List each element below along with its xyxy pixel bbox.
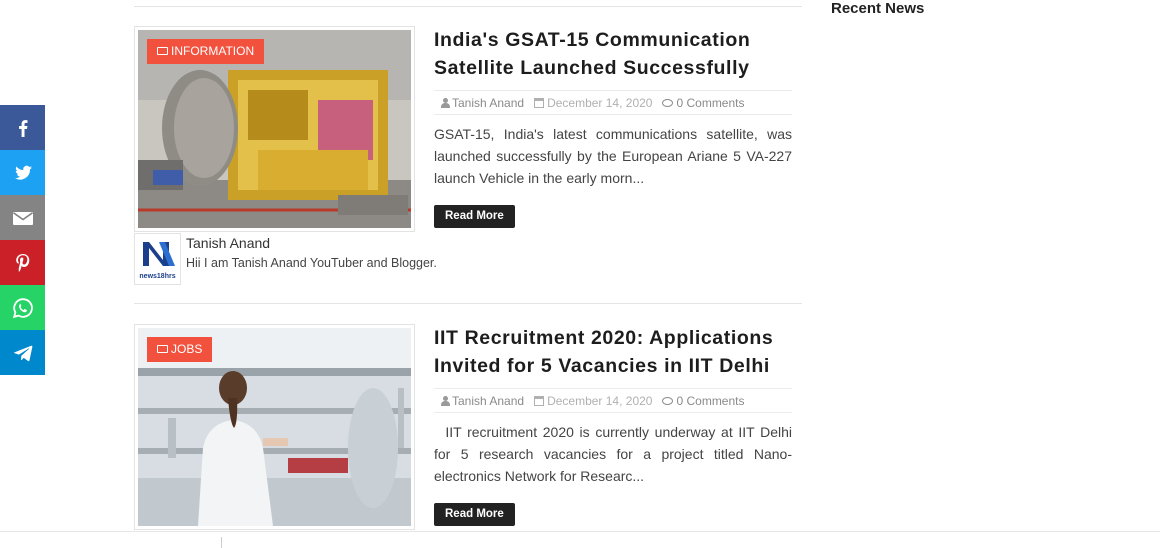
post-comments[interactable]: 0 Comments	[662, 96, 745, 110]
read-more-button[interactable]: Read More	[434, 503, 515, 526]
post-date: December 14, 2020	[534, 394, 652, 408]
category-badge[interactable]: INFORMATION	[147, 39, 265, 64]
telegram-icon	[13, 345, 32, 361]
news18hrs-logo-icon: news18hrs	[139, 242, 176, 280]
twitter-icon	[14, 165, 32, 180]
author-avatar[interactable]: news18hrs	[134, 233, 181, 285]
comment-icon	[662, 98, 674, 107]
email-share-button[interactable]	[0, 195, 45, 240]
post-author[interactable]: Tanish Anand	[441, 394, 524, 408]
category-badge[interactable]: JOBS	[147, 337, 213, 362]
post-divider	[134, 303, 802, 304]
calendar-icon	[534, 395, 545, 406]
user-icon	[441, 97, 450, 108]
post-excerpt: GSAT-15, India's latest communications s…	[434, 126, 792, 186]
post-thumbnail[interactable]: INFORMATION	[134, 26, 415, 232]
svg-text:news18hrs: news18hrs	[139, 273, 175, 280]
facebook-share-button[interactable]	[0, 105, 45, 150]
post-card: INFORMATION India's GSAT-15 Communicatio…	[134, 26, 802, 306]
post-meta: Tanish Anand December 14, 2020 0 Comment…	[434, 388, 792, 413]
post-thumbnail[interactable]: JOBS	[134, 324, 415, 530]
top-divider	[134, 6, 802, 7]
comment-icon	[662, 396, 674, 405]
post-card: JOBS IIT Recruitment 2020: Applications …	[134, 324, 802, 534]
whatsapp-share-button[interactable]	[0, 285, 45, 330]
bottom-toolbar	[0, 531, 1160, 548]
pinterest-icon	[15, 253, 29, 272]
author-bio: Hii I am Tanish Anand YouTuber and Blogg…	[186, 256, 437, 270]
post-title[interactable]: India's GSAT-15 Communication Satellite …	[434, 26, 802, 82]
post-meta: Tanish Anand December 14, 2020 0 Comment…	[434, 90, 792, 115]
recent-news-heading: Recent News	[831, 0, 925, 17]
whatsapp-icon	[12, 297, 33, 318]
post-comments[interactable]: 0 Comments	[662, 394, 745, 408]
calendar-icon	[534, 97, 545, 108]
author-name[interactable]: Tanish Anand	[186, 235, 270, 251]
social-share-bar	[0, 105, 45, 375]
author-box: news18hrs Tanish Anand Hii I am Tanish A…	[134, 233, 802, 285]
twitter-share-button[interactable]	[0, 150, 45, 195]
facebook-icon	[18, 119, 27, 137]
post-excerpt: IIT recruitment 2020 is currently underw…	[434, 424, 796, 484]
post-author[interactable]: Tanish Anand	[441, 96, 524, 110]
user-icon	[441, 395, 450, 406]
read-more-button[interactable]: Read More	[434, 205, 515, 228]
telegram-share-button[interactable]	[0, 330, 45, 375]
folder-icon	[157, 345, 168, 353]
folder-icon	[157, 47, 168, 55]
pinterest-share-button[interactable]	[0, 240, 45, 285]
toolbar-divider	[221, 537, 222, 548]
post-date: December 14, 2020	[534, 96, 652, 110]
email-icon	[12, 211, 33, 225]
post-title[interactable]: IIT Recruitment 2020: Applications Invit…	[434, 324, 802, 380]
